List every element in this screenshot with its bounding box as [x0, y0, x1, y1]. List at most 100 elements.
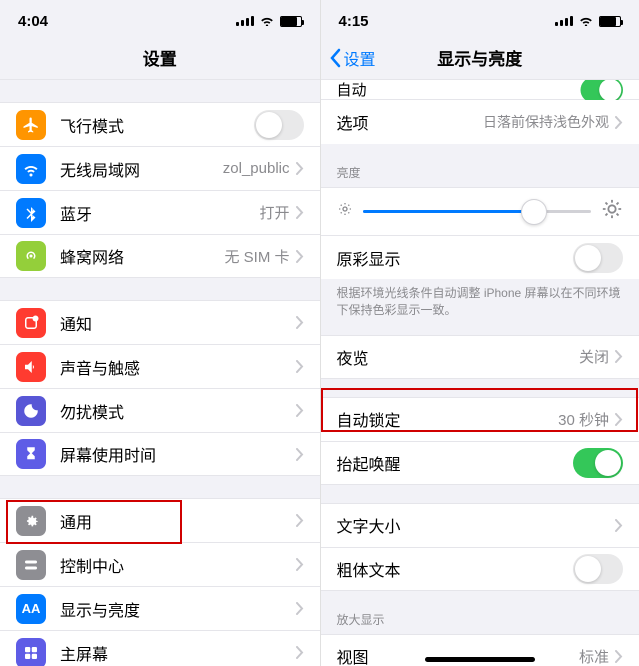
label: 控制中心	[60, 553, 296, 577]
row-wifi[interactable]: 无线局域网 zol_public	[0, 146, 320, 190]
label: 蜂窝网络	[60, 244, 224, 268]
brightness-slider-row	[321, 187, 639, 235]
label: 文字大小	[337, 513, 616, 537]
status-time: 4:15	[339, 13, 369, 30]
brightness-slider[interactable]	[363, 210, 592, 213]
auto-toggle[interactable]	[581, 80, 624, 102]
value: zol_public	[223, 160, 290, 177]
label: 飞行模式	[60, 113, 254, 137]
row-dnd[interactable]: 勿扰模式	[0, 388, 320, 432]
row-auto-lock[interactable]: 自动锁定 30 秒钟	[321, 397, 639, 441]
chevron-right-icon	[296, 250, 304, 263]
raise-to-wake-toggle[interactable]	[573, 448, 623, 478]
row-bluetooth[interactable]: 蓝牙 打开	[0, 190, 320, 234]
row-general[interactable]: 通用	[0, 498, 320, 542]
row-display-brightness[interactable]: AA 显示与亮度	[0, 586, 320, 630]
label: 视图	[337, 644, 579, 666]
chevron-right-icon	[615, 413, 623, 426]
chevron-right-icon	[296, 206, 304, 219]
row-control-center[interactable]: 控制中心	[0, 542, 320, 586]
value: 关闭	[579, 346, 609, 367]
label: 显示与亮度	[60, 597, 296, 621]
speaker-icon	[16, 352, 46, 382]
row-notifications[interactable]: 通知	[0, 300, 320, 344]
row-true-tone[interactable]: 原彩显示	[321, 235, 639, 279]
row-text-size[interactable]: 文字大小	[321, 503, 639, 547]
bluetooth-icon	[16, 198, 46, 228]
chevron-right-icon	[296, 602, 304, 615]
chevron-right-icon	[296, 448, 304, 461]
value: 打开	[259, 202, 289, 223]
row-appearance-options[interactable]: 选项 日落前保持浅色外观	[321, 100, 639, 144]
notifications-icon	[16, 308, 46, 338]
brightness-header: 亮度	[321, 160, 639, 187]
status-time: 4:04	[18, 13, 48, 30]
label: 主屏幕	[60, 641, 296, 665]
label: 选项	[337, 110, 484, 134]
chevron-right-icon	[296, 558, 304, 571]
row-home-screen[interactable]: 主屏幕	[0, 630, 320, 666]
wifi-icon	[259, 13, 275, 30]
bold-text-toggle[interactable]	[573, 554, 623, 584]
label: 通用	[60, 509, 296, 533]
page-title: 设置	[143, 45, 177, 70]
cell-signal-icon	[555, 16, 573, 26]
text-aa-icon: AA	[16, 594, 46, 624]
airplane-toggle[interactable]	[254, 110, 304, 140]
row-auto-partial[interactable]: 自动	[321, 80, 639, 100]
label: 自动	[337, 80, 367, 100]
back-button[interactable]: 设置	[329, 36, 376, 79]
row-screentime[interactable]: 屏幕使用时间	[0, 432, 320, 476]
label: 蓝牙	[60, 201, 259, 225]
label: 勿扰模式	[60, 399, 296, 423]
value: 日落前保持浅色外观	[483, 112, 609, 132]
label: 通知	[60, 311, 296, 335]
zoom-display-header: 放大显示	[321, 607, 639, 634]
chevron-right-icon	[296, 316, 304, 329]
airplane-icon	[16, 110, 46, 140]
chevron-right-icon	[296, 646, 304, 659]
status-bar: 4:15	[321, 0, 639, 36]
value: 标准	[579, 646, 609, 666]
label: 自动锁定	[337, 407, 559, 431]
chevron-right-icon	[296, 514, 304, 527]
nav-header: 设置	[0, 36, 320, 80]
row-sounds[interactable]: 声音与触感	[0, 344, 320, 388]
row-night-shift[interactable]: 夜览 关闭	[321, 335, 639, 379]
value: 无 SIM 卡	[224, 246, 289, 267]
switches-icon	[16, 550, 46, 580]
row-airplane-mode[interactable]: 飞行模式	[0, 102, 320, 146]
label: 屏幕使用时间	[60, 442, 296, 466]
sun-small-icon	[337, 201, 353, 222]
chevron-right-icon	[296, 404, 304, 417]
label: 原彩显示	[337, 246, 574, 270]
battery-icon	[599, 16, 621, 27]
gear-icon	[16, 506, 46, 536]
label: 无线局域网	[60, 157, 223, 181]
label: 抬起唤醒	[337, 451, 574, 475]
screenshot-settings-root: 4:04 设置 飞行模式 无线局域网 zol_public	[0, 0, 320, 666]
cell-signal-icon	[236, 16, 254, 26]
hourglass-icon	[16, 439, 46, 469]
chevron-right-icon	[615, 350, 623, 363]
home-indicator[interactable]	[425, 657, 535, 662]
nav-header: 设置 显示与亮度	[321, 36, 639, 80]
true-tone-toggle[interactable]	[573, 243, 623, 273]
wifi-icon	[578, 13, 594, 30]
row-raise-to-wake[interactable]: 抬起唤醒	[321, 441, 639, 485]
true-tone-note: 根据环境光线条件自动调整 iPhone 屏幕以在不同环境下保持色彩显示一致。	[321, 279, 639, 323]
row-bold-text[interactable]: 粗体文本	[321, 547, 639, 591]
moon-icon	[16, 396, 46, 426]
row-cellular[interactable]: 蜂窝网络 无 SIM 卡	[0, 234, 320, 278]
chevron-right-icon	[615, 116, 623, 129]
screenshot-display-brightness: 4:15 设置 显示与亮度 自动 选项 日落前保持浅色外观	[320, 0, 639, 666]
chevron-right-icon	[615, 650, 623, 663]
sun-big-icon	[601, 198, 623, 225]
wifi-icon	[16, 154, 46, 184]
chevron-right-icon	[615, 519, 623, 532]
battery-icon	[280, 16, 302, 27]
status-bar: 4:04	[0, 0, 320, 36]
page-title: 显示与亮度	[437, 45, 522, 70]
chevron-right-icon	[296, 162, 304, 175]
chevron-right-icon	[296, 360, 304, 373]
